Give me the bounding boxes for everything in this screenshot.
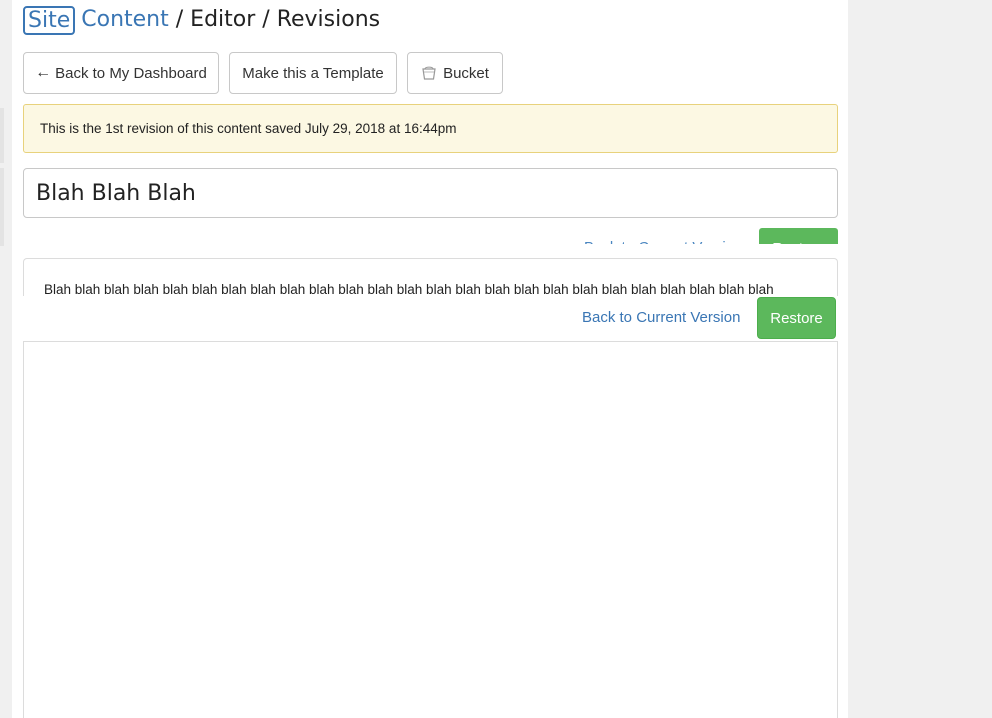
content-preview: Blah blah blah blah blah blah blah blah … — [23, 258, 838, 296]
bucket-icon — [421, 65, 437, 81]
back-to-dashboard-button[interactable]: ← Back to My Dashboard — [23, 52, 219, 94]
content-body: Blah blah blah blah blah blah blah blah … — [44, 282, 774, 296]
page-title: Revisions — [276, 7, 381, 32]
bucket-button[interactable]: Bucket — [407, 52, 503, 94]
breadcrumb: Site Content / Editor / Revisions — [23, 4, 380, 36]
back-to-dashboard-label: Back to My Dashboard — [55, 64, 207, 82]
make-template-button[interactable]: Make this a Template — [229, 52, 397, 94]
revision-alert: This is the 1st revision of this content… — [23, 104, 838, 153]
breadcrumb-separator: / — [175, 7, 184, 32]
restore-label: Restore — [770, 309, 823, 327]
make-template-label: Make this a Template — [242, 64, 384, 82]
breadcrumb-separator: / — [262, 7, 270, 32]
back-to-current-link-shadow: Back to Current Version — [584, 239, 742, 244]
breadcrumb-content-link[interactable]: Content — [81, 5, 169, 35]
revision-actions: Back to Current Version Restore — [23, 296, 838, 342]
gutter-panel-edge — [0, 168, 4, 246]
gutter-panel-edge — [0, 108, 4, 163]
back-to-current-version-link[interactable]: Back to Current Version — [582, 309, 740, 326]
arrow-left-icon: ← — [35, 64, 52, 81]
bucket-label: Bucket — [443, 64, 489, 82]
revision-alert-message: This is the 1st revision of this content… — [40, 121, 457, 136]
sticky-actions-shadow: Back to Current Version Restore — [23, 228, 838, 244]
left-gutter — [0, 0, 12, 718]
editor-frame[interactable] — [23, 341, 838, 718]
breadcrumb-editor: Editor — [190, 7, 256, 32]
breadcrumb-site-link[interactable]: Site — [23, 5, 76, 35]
restore-button[interactable]: Restore — [757, 297, 836, 339]
content-title-input[interactable] — [23, 168, 838, 218]
restore-button-shadow: Restore — [759, 228, 838, 244]
